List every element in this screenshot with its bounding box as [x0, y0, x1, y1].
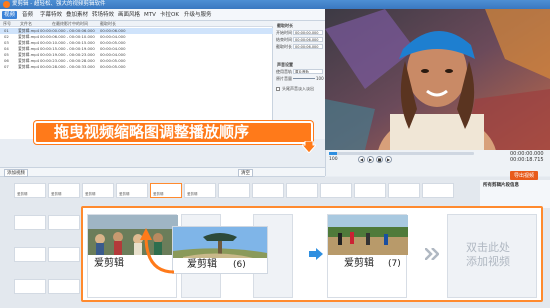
menu-bar: 视频 音频 字幕特效 叠加素材 转场特效 画面风格 MTV 卡拉OK 升级与服务: [0, 9, 325, 21]
timeline-slot[interactable]: [14, 279, 46, 294]
add-video-slot[interactable]: 双击此处 添加视频: [447, 214, 537, 298]
slot-label: 爱剪辑: [153, 192, 164, 196]
app-title: 爱剪辑 - 超轻松、强大的视频剪辑软件: [12, 1, 106, 7]
timeline-slot[interactable]: [422, 183, 454, 198]
title-bar: 爱剪辑 - 超轻松、强大的视频剪辑软件: [0, 0, 550, 9]
timeline-toolbar: 添加视频 清空: [0, 167, 325, 177]
stop-button[interactable]: ■: [376, 156, 383, 163]
duration-label: 截取时长: [276, 44, 292, 49]
zoom-value[interactable]: 100: [329, 157, 338, 162]
start-time-field[interactable]: 00:00:00.000: [293, 30, 323, 35]
preview-image: [325, 9, 550, 150]
fade-label: 头尾声音淡入淡出: [282, 86, 314, 91]
clear-button[interactable]: 清空: [238, 169, 253, 177]
seek-progress: [329, 152, 337, 155]
section-sound-title: 声音设置: [277, 62, 293, 67]
callout-arrow-icon: [302, 141, 316, 153]
timeline-slot[interactable]: [48, 279, 80, 294]
cell-time: 00:00:28.000 - 00:00:33.000: [40, 64, 95, 69]
app-logo-icon: [3, 1, 10, 8]
sound-track-select[interactable]: 原片音轨: [293, 69, 323, 74]
timeline-slot[interactable]: 爱剪辑: [116, 183, 148, 198]
cell-filename: 爱剪辑.mp4: [18, 64, 40, 69]
timeline-slot[interactable]: [320, 183, 352, 198]
menu-upgrade[interactable]: 升级与服务: [184, 11, 212, 19]
slot-label: 爱剪辑: [51, 192, 62, 196]
cell-duration: 00:00:05.000: [100, 64, 126, 69]
cell-index: 07: [4, 64, 9, 69]
clip-right-image: [328, 215, 408, 255]
volume-slider[interactable]: [293, 78, 315, 79]
menu-transition[interactable]: 转场特效: [92, 11, 114, 19]
sound-track-label: 使用音轨: [276, 69, 292, 74]
timeline-slot[interactable]: [286, 183, 318, 198]
timeline-slot[interactable]: 爱剪辑: [150, 183, 182, 198]
timeline-slot[interactable]: [14, 247, 46, 262]
menu-video[interactable]: 视频: [2, 11, 18, 19]
clip-thumbnail-right[interactable]: 爱剪辑 (7): [327, 214, 408, 298]
menu-overlay[interactable]: 叠加素材: [66, 11, 88, 19]
dragged-clip-label: 爱剪辑: [187, 259, 217, 270]
project-info-label: 所有剪辑片段信息: [483, 183, 519, 188]
timeline-slot[interactable]: 爱剪辑: [14, 183, 46, 198]
prev-frame-button[interactable]: ◀: [358, 156, 365, 163]
menu-mtv[interactable]: MTV: [144, 11, 156, 19]
col-index[interactable]: 序号: [3, 21, 11, 27]
col-duration[interactable]: 截取时长: [100, 21, 116, 27]
add-video-hint: 双击此处 添加视频: [466, 241, 510, 268]
play-button[interactable]: ▶: [367, 156, 374, 163]
timeline-slot[interactable]: [388, 183, 420, 198]
project-info-panel: 导出视频 所有剪辑片段信息: [480, 171, 550, 208]
table-row[interactable]: 07 爱剪辑.mp4 00:00:28.000 - 00:00:33.000 0…: [0, 64, 273, 70]
slot-label: 爱剪辑: [187, 192, 198, 196]
timeline-slot[interactable]: 爱剪辑: [82, 183, 114, 198]
start-time-label: 开始时间: [276, 30, 292, 35]
menu-audio[interactable]: 音频: [22, 11, 33, 19]
dragged-clip-caption: 爱剪辑 (6): [172, 258, 268, 274]
col-timeline[interactable]: 在最终影片中的时间: [52, 21, 88, 27]
volume-value: 100: [316, 76, 324, 81]
slot-label: 爱剪辑: [119, 192, 130, 196]
timeline-slot[interactable]: [48, 215, 80, 230]
drag-instruction-callout: 拖曳视频缩略图调整播放顺序: [34, 121, 313, 144]
timeline-slot[interactable]: [354, 183, 386, 198]
timeline-slot[interactable]: 爱剪辑: [184, 183, 216, 198]
timeline-slot[interactable]: [218, 183, 250, 198]
seek-bar[interactable]: [329, 152, 474, 155]
slot-label: 爱剪辑: [85, 192, 96, 196]
next-frame-button[interactable]: ▶: [385, 156, 392, 163]
add-video-button[interactable]: 添加视频: [4, 169, 28, 177]
menu-karaoke[interactable]: 卡拉OK: [160, 11, 179, 19]
col-filename[interactable]: 文件名: [20, 21, 32, 27]
timeline-slot[interactable]: 爱剪辑: [48, 183, 80, 198]
timeline-slot[interactable]: [48, 247, 80, 262]
dragged-clip-index: (6): [233, 260, 246, 270]
section-trim-title: 截取时长: [277, 23, 293, 28]
drop-arrow-icon: [309, 248, 323, 260]
double-chevron-icon: [425, 248, 439, 260]
preview-frame: [325, 9, 550, 150]
time-current: 00:00:18.715: [510, 157, 544, 163]
end-time-field[interactable]: 00:00:06.000: [293, 37, 323, 42]
fade-checkbox[interactable]: [276, 87, 280, 91]
duration-field[interactable]: 00:00:06.000: [293, 44, 323, 49]
end-time-label: 结束时间: [276, 37, 292, 42]
timeline-slot[interactable]: [14, 215, 46, 230]
timeline-slot[interactable]: [252, 183, 284, 198]
app-window: 爱剪辑 - 超轻松、强大的视频剪辑软件 视频 音频 字幕特效 叠加素材 转场特效…: [0, 0, 550, 308]
clip-right-index: (7): [388, 259, 401, 269]
table-header: 序号 文件名 在最终影片中的时间 截取时长: [0, 21, 273, 27]
clip-right-label: 爱剪辑: [344, 258, 374, 269]
clip-left-label: 爱剪辑: [94, 258, 124, 269]
menu-style[interactable]: 画面风格: [118, 11, 140, 19]
drag-path-arrow-icon: [140, 228, 175, 274]
volume-label: 原片音量: [276, 76, 292, 81]
video-preview: [325, 9, 550, 150]
export-button[interactable]: 导出视频: [510, 171, 539, 180]
slot-label: 爱剪辑: [17, 192, 28, 196]
menu-subtitle[interactable]: 字幕特效: [40, 11, 62, 19]
